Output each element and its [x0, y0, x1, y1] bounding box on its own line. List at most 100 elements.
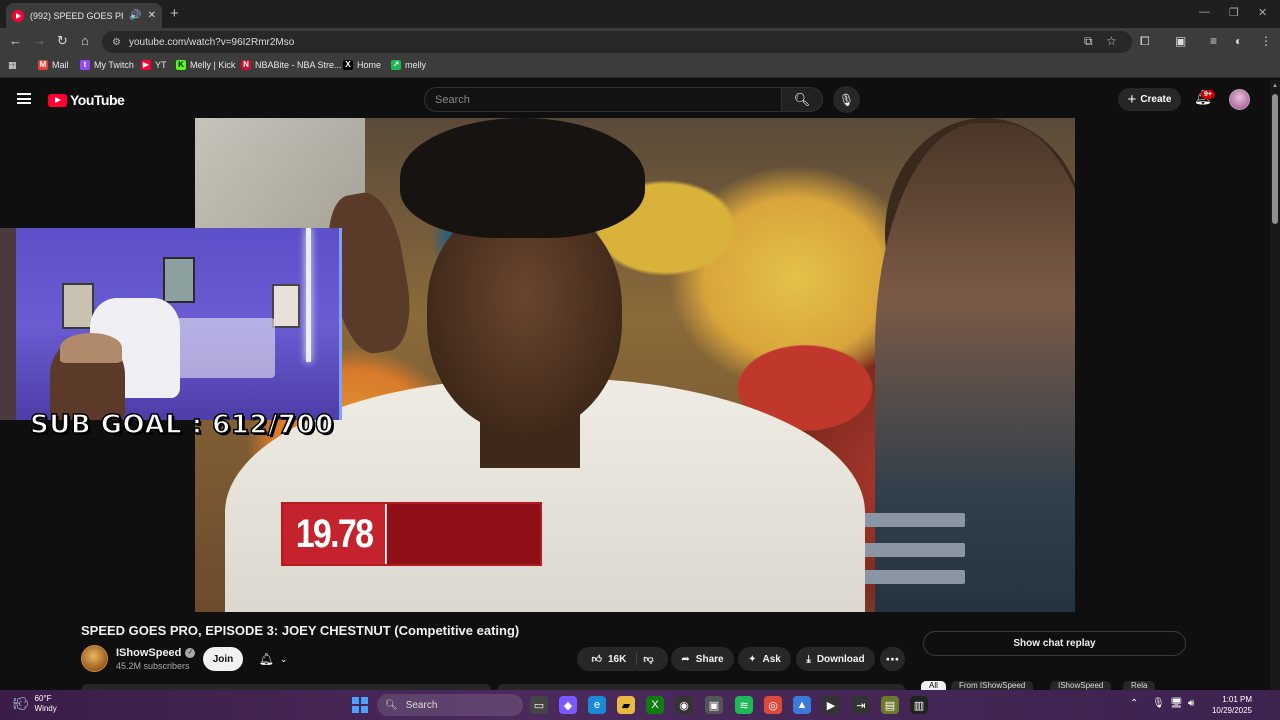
share-button[interactable]: ➦ Share: [671, 647, 734, 671]
account-avatar[interactable]: [1229, 89, 1250, 110]
chip-related[interactable]: Rela: [1123, 681, 1156, 690]
search-icon: 🔍︎: [385, 699, 398, 711]
audio-playing-icon[interactable]: 🔊: [129, 10, 141, 21]
bookmark-star-icon[interactable]: ☆: [1106, 34, 1117, 48]
forward-arrow-icon[interactable]: →: [33, 33, 46, 48]
chip-from-channel[interactable]: From IShowSpeed: [951, 681, 1034, 690]
bookmark-nbabite[interactable]: N NBABite - NBA Stre...: [241, 60, 342, 70]
download-button[interactable]: ⤓ Download: [796, 647, 875, 671]
subscription-bell-button[interactable]: 🔔︎ ⌄: [250, 647, 296, 671]
file-explorer-icon[interactable]: ▰: [617, 696, 635, 714]
extensions-icon[interactable]: ⧠: [1140, 34, 1150, 49]
search-icon: 🔍︎: [793, 91, 811, 107]
side-panel-icon[interactable]: ▣: [1175, 34, 1186, 48]
site-info-icon[interactable]: ⚙: [112, 37, 121, 48]
task-view-icon[interactable]: ▭: [530, 696, 548, 714]
like-button[interactable]: 👍︎ 16K: [592, 653, 638, 665]
spotify-icon[interactable]: ≋: [735, 696, 753, 714]
bookmark-home[interactable]: X Home: [343, 60, 381, 70]
taskbar-clock[interactable]: 1:01 PM 10/29/2025: [1206, 694, 1252, 716]
ask-button[interactable]: ✦ Ask: [738, 647, 791, 671]
app-icon[interactable]: ⇥: [852, 696, 870, 714]
xbox-icon[interactable]: X: [646, 696, 664, 714]
tray-microphone-icon[interactable]: 🎙︎: [1152, 698, 1165, 709]
home-icon[interactable]: ⌂: [81, 33, 89, 48]
more-actions-button[interactable]: ⋯: [880, 647, 905, 671]
back-arrow-icon[interactable]: ←: [9, 33, 22, 48]
media-player-icon[interactable]: ▶: [822, 696, 840, 714]
subscriber-count: 45.2M subscribers: [116, 661, 190, 671]
url-text: youtube.com/watch?v=96I2Rmr2Mso: [128, 36, 295, 48]
page-scrollbar-thumb[interactable]: [1272, 94, 1278, 224]
address-bar[interactable]: ⚙ youtube.com/watch?v=96I2Rmr2Mso ⧉ ☆: [102, 31, 1132, 53]
windows-start-icon[interactable]: [352, 697, 368, 713]
taskbar-search-label: Search: [405, 699, 438, 711]
bookmark-yt[interactable]: ▶ YT: [141, 60, 167, 70]
bell-icon: 🔔︎: [258, 652, 274, 666]
app-icon[interactable]: ▥: [910, 696, 928, 714]
profile-icon[interactable]: ◐: [1235, 34, 1242, 48]
x-icon: X: [343, 60, 353, 70]
eating-timer-overlay: 19.78: [281, 502, 542, 566]
chip-channel[interactable]: IShowSpeed: [1050, 681, 1112, 690]
timer-value: 19.78: [283, 504, 387, 564]
notification-badge: 9+: [1201, 90, 1215, 99]
volume-icon[interactable]: 🔊︎: [1188, 698, 1194, 709]
network-icon[interactable]: 🖥︎: [1170, 698, 1183, 709]
bookmark-label: My Twitch: [94, 60, 134, 70]
webcam-overlay: [0, 228, 342, 420]
app-icon[interactable]: ▤: [881, 696, 899, 714]
menu-icon[interactable]: [17, 93, 31, 104]
chip-all[interactable]: All: [921, 681, 946, 690]
channel-name-row[interactable]: IShowSpeed ✓: [116, 647, 196, 659]
search-button[interactable]: 🔍︎: [781, 87, 823, 112]
chrome-icon[interactable]: ◎: [764, 696, 782, 714]
like-count: 16K: [607, 653, 627, 665]
copilot-icon[interactable]: ◆: [559, 696, 577, 714]
create-button[interactable]: + Create: [1118, 88, 1181, 111]
apps-grid-icon[interactable]: ▦: [8, 60, 17, 71]
reading-mode-icon[interactable]: ≡: [1210, 34, 1217, 48]
browser-toolbar: ← → ↻ ⌂ ⚙ youtube.com/watch?v=96I2Rmr2Ms…: [0, 28, 1280, 56]
temperature: 60°F: [34, 694, 52, 703]
browser-tab-bar: (992) SPEED GOES PRO, EPI 🔊 ✕ + — ❐ ✕: [0, 0, 1280, 28]
browser-tab-youtube[interactable]: (992) SPEED GOES PRO, EPI 🔊 ✕: [6, 3, 162, 28]
channel-name[interactable]: IShowSpeed: [116, 647, 181, 659]
search-input[interactable]: Search: [424, 87, 782, 112]
bookmark-my-twitch[interactable]: t My Twitch: [80, 60, 134, 70]
store-icon[interactable]: ▣: [705, 696, 723, 714]
scroll-up-arrow-icon[interactable]: ▲: [1272, 83, 1278, 89]
photos-icon[interactable]: ▲: [793, 696, 811, 714]
youtube-logo[interactable]: YouTube: [48, 92, 125, 108]
bookmark-mail[interactable]: M Mail: [38, 60, 69, 70]
dislike-button[interactable]: 👎︎: [643, 653, 653, 665]
chevron-down-icon: ⌄: [279, 653, 288, 664]
webcam-poster: [62, 283, 94, 329]
reload-icon[interactable]: ↻: [57, 33, 68, 49]
restore-icon[interactable]: ❐: [1229, 6, 1239, 19]
voice-search-button[interactable]: 🎙︎: [833, 86, 860, 113]
verified-check-icon: ✓: [185, 648, 196, 658]
taskbar-search[interactable]: 🔍︎ Search: [377, 694, 523, 716]
channel-avatar[interactable]: [81, 645, 108, 672]
minimize-icon[interactable]: —: [1199, 6, 1210, 18]
video-subject-hair: [400, 118, 645, 238]
show-chat-replay-button[interactable]: Show chat replay: [923, 631, 1186, 656]
tray-overflow-icon[interactable]: ⌃: [1130, 698, 1138, 709]
bookmark-label: Mail: [52, 60, 69, 70]
browser-menu-icon[interactable]: ⋮: [1260, 34, 1272, 48]
join-button[interactable]: Join: [203, 647, 243, 671]
like-dislike-group: 👍︎ 16K 👎︎: [577, 647, 668, 671]
close-tab-icon[interactable]: ✕: [148, 10, 156, 21]
window-close-icon[interactable]: ✕: [1258, 6, 1267, 19]
install-app-icon[interactable]: ⧉: [1084, 34, 1093, 49]
youtube-icon: ▶: [141, 60, 151, 70]
bookmark-melly[interactable]: ↗ melly: [391, 60, 426, 70]
bookmark-melly-kick[interactable]: K Melly | Kick: [176, 60, 235, 70]
new-tab-button[interactable]: +: [170, 5, 179, 22]
obs-icon[interactable]: ◉: [675, 696, 693, 714]
weather-widget[interactable]: 💨︎ 60°F Windy: [12, 694, 57, 714]
edge-icon[interactable]: e: [588, 696, 606, 714]
nba-icon: N: [241, 60, 251, 70]
clock-date: 10/29/2025: [1211, 706, 1252, 715]
